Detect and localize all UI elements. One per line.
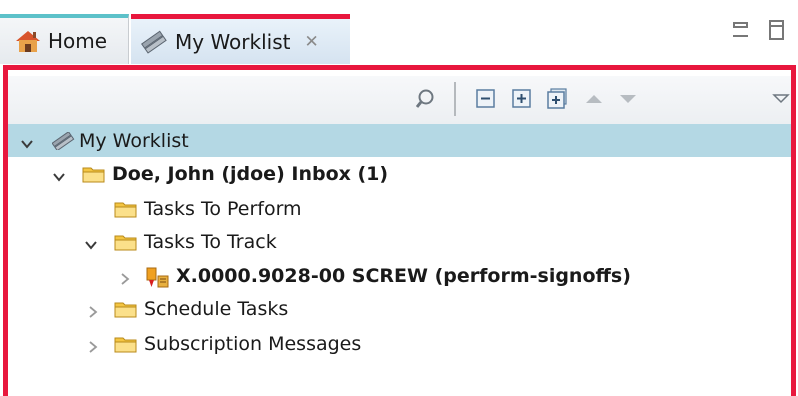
tab-home-label: Home [48, 29, 108, 53]
chevron-down-icon[interactable] [52, 167, 66, 182]
tree-label-inbox: Doe, John (jdoe) Inbox (1) [112, 162, 389, 185]
worklist-icon [51, 130, 76, 151]
tab-my-worklist-label: My Worklist [175, 29, 291, 54]
tree-label-schedule-tasks: Schedule Tasks [144, 297, 289, 320]
tree-item-tasks-to-perform[interactable]: Tasks To Perform [8, 192, 791, 225]
tree-item-subscription-messages[interactable]: Subscription Messages [8, 327, 791, 360]
tree-label-tasks-to-perform: Tasks To Perform [144, 197, 302, 220]
tree-item-tasks-to-track[interactable]: Tasks To Track [8, 225, 791, 258]
chevron-right-icon[interactable] [86, 302, 100, 318]
tree-item-schedule-tasks[interactable]: Schedule Tasks [8, 292, 791, 325]
folder-icon [114, 233, 138, 251]
expand-all-icon[interactable] [546, 88, 568, 110]
collapse-all-icon[interactable] [475, 88, 497, 110]
tree-label-subscription-messages: Subscription Messages [144, 332, 362, 355]
tree-item-inbox[interactable]: Doe, John (jdoe) Inbox (1) [8, 157, 791, 190]
tree-label-task: X.0000.9028-00 SCREW (perform-signoffs) [176, 264, 631, 287]
home-icon [14, 29, 42, 53]
tree-label-my-worklist: My Worklist [79, 129, 189, 152]
toolbar-separator [454, 82, 456, 116]
minimize-icon[interactable] [733, 22, 748, 37]
folder-icon [114, 200, 138, 218]
search-icon[interactable] [415, 88, 438, 110]
worklist-icon [141, 30, 169, 54]
move-down-icon[interactable] [617, 88, 639, 110]
chevron-right-icon[interactable] [118, 269, 132, 285]
chevron-down-icon[interactable] [84, 235, 98, 250]
task-signoff-icon [146, 267, 170, 287]
chevron-right-icon[interactable] [86, 337, 100, 353]
close-tab-icon[interactable]: ✕ [304, 32, 318, 52]
chevron-down-icon[interactable] [20, 134, 34, 149]
maximize-icon[interactable] [769, 20, 784, 40]
folder-icon [82, 165, 106, 183]
tree-label-tasks-to-track: Tasks To Track [144, 230, 277, 253]
tree-item-task[interactable]: X.0000.9028-00 SCREW (perform-signoffs) [8, 259, 791, 292]
worklist-view: My Worklist Doe, John (jdoe) Inbox (1) T… [3, 65, 796, 396]
expand-icon[interactable] [511, 88, 533, 110]
tree-item-my-worklist[interactable]: My Worklist [8, 124, 791, 157]
view-menu-icon[interactable] [771, 88, 793, 110]
folder-icon [114, 335, 138, 353]
tab-home[interactable]: Home [0, 14, 129, 64]
move-up-icon[interactable] [583, 88, 605, 110]
view-toolbar [8, 76, 791, 124]
tab-my-worklist[interactable]: My Worklist ✕ [131, 14, 350, 64]
editor-tab-bar: Home My Worklist ✕ [0, 0, 798, 66]
folder-icon [114, 300, 138, 318]
